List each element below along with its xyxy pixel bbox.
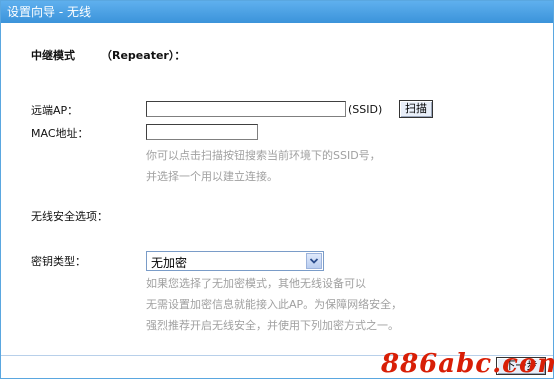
scan-help-line2: 并选择一个用以建立连接。 bbox=[146, 170, 278, 183]
security-heading: 无线安全选项： bbox=[31, 210, 108, 223]
key-type-select[interactable]: 无加密 bbox=[146, 251, 324, 271]
chevron-down-icon[interactable] bbox=[306, 253, 322, 269]
chevron-down-icon-glyph bbox=[309, 258, 319, 264]
remote-ap-label: 远端AP： bbox=[31, 104, 79, 117]
mac-label: MAC地址： bbox=[31, 127, 89, 140]
key-type-label: 密钥类型： bbox=[31, 255, 86, 268]
remote-ap-ssid-input[interactable] bbox=[146, 101, 346, 117]
repeater-heading: 中继模式 bbox=[31, 49, 75, 62]
mac-address-input[interactable] bbox=[146, 124, 258, 140]
scan-help-text: 你可以点击扫描按钮搜索当前环境下的SSID号， 并选择一个用以建立连接。 bbox=[146, 145, 381, 187]
repeater-mode-label: （Repeater）： bbox=[101, 49, 186, 62]
security-help-line3: 强烈推荐开启无线安全，并使用下列加密方式之一。 bbox=[146, 319, 399, 332]
ssid-suffix: (SSID) bbox=[348, 103, 383, 116]
security-help-line1: 如果您选择了无加密模式，其他无线设备可以 bbox=[146, 277, 366, 290]
security-help-line2: 无需设置加密信息就能接入此AP。为保障网络安全， bbox=[146, 298, 403, 311]
wizard-window: 设置向导 - 无线 中继模式 （Repeater）： 远端AP： (SSID) … bbox=[0, 0, 554, 379]
security-help-text: 如果您选择了无加密模式，其他无线设备可以 无需设置加密信息就能接入此AP。为保障… bbox=[146, 273, 402, 336]
window-title: 设置向导 - 无线 bbox=[1, 1, 553, 23]
scan-button[interactable]: 扫描 bbox=[399, 100, 433, 118]
key-type-selected: 无加密 bbox=[151, 256, 188, 270]
scan-help-line1: 你可以点击扫描按钮搜索当前环境下的SSID号， bbox=[146, 149, 381, 162]
watermark: 886abc.com bbox=[381, 349, 554, 379]
